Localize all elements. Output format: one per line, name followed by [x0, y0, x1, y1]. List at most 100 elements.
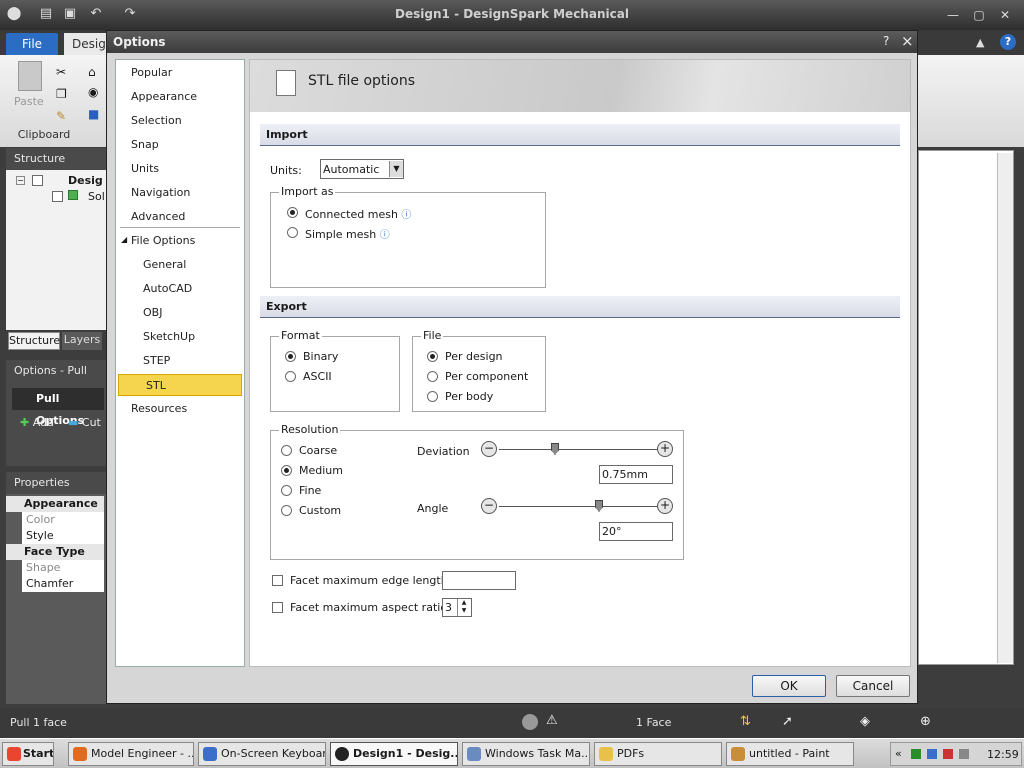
- task-model-engineer[interactable]: Model Engineer - ...: [68, 742, 194, 766]
- angle-decrease-icon[interactable]: −: [481, 498, 497, 514]
- nav-sketchup[interactable]: SketchUp: [116, 326, 244, 348]
- connected-mesh-radio[interactable]: [287, 207, 298, 218]
- warning-icon[interactable]: ⚠: [546, 713, 558, 728]
- property-group-face-type[interactable]: Face Type: [6, 544, 104, 560]
- file-tab[interactable]: File: [6, 33, 58, 55]
- deviation-decrease-icon[interactable]: −: [481, 441, 497, 457]
- view-icon[interactable]: ◉: [88, 85, 98, 99]
- tray-monitor-icon[interactable]: [927, 749, 937, 759]
- nav-autocad[interactable]: AutoCAD: [116, 278, 244, 300]
- zoom-icon[interactable]: ⊕: [920, 714, 931, 729]
- deviation-field[interactable]: 0.75mm: [599, 465, 673, 484]
- tree-item-design[interactable]: Desig: [68, 174, 103, 187]
- close-icon[interactable]: ✕: [996, 8, 1014, 22]
- info-icon[interactable]: ⓘ: [380, 230, 390, 241]
- home-icon[interactable]: ⌂: [88, 65, 96, 79]
- nav-general[interactable]: General: [116, 254, 244, 276]
- info-icon[interactable]: ⓘ: [401, 210, 411, 221]
- cancel-button[interactable]: Cancel: [836, 675, 910, 697]
- help-icon[interactable]: ?: [1000, 34, 1016, 50]
- dialog-help-button[interactable]: ?: [883, 34, 889, 48]
- maximize-icon[interactable]: ▢: [970, 8, 988, 22]
- pointer-icon[interactable]: ➚: [782, 714, 793, 729]
- nav-step[interactable]: STEP: [116, 350, 244, 372]
- facet-aspect-checkbox[interactable]: [272, 602, 283, 613]
- cut-button[interactable]: ▬ Cut: [68, 416, 101, 429]
- tray-network-icon[interactable]: [911, 749, 921, 759]
- minimize-icon[interactable]: —: [944, 8, 962, 22]
- coarse-radio[interactable]: [281, 445, 292, 456]
- cut-icon[interactable]: ✂: [56, 65, 66, 79]
- nav-obj[interactable]: OBJ: [116, 302, 244, 324]
- add-button[interactable]: ✚ Add: [20, 416, 54, 429]
- nav-resources[interactable]: Resources: [116, 398, 244, 420]
- units-select[interactable]: Automatic ▼: [320, 159, 404, 179]
- collapse-ribbon-icon[interactable]: ▲: [976, 36, 984, 49]
- nav-units[interactable]: Units: [116, 158, 244, 180]
- facet-edge-field[interactable]: [442, 571, 516, 590]
- format-painter-icon[interactable]: ✎: [56, 109, 66, 123]
- dialog-close-button[interactable]: ×: [901, 32, 914, 50]
- nav-stl[interactable]: STL: [118, 374, 242, 396]
- tray-security-icon[interactable]: [943, 749, 953, 759]
- view-mode-icon[interactable]: ◈: [860, 714, 870, 729]
- paste-icon[interactable]: [18, 61, 42, 91]
- per-component-radio[interactable]: [427, 371, 438, 382]
- task-onscreen-keyboard[interactable]: On-Screen Keyboard: [198, 742, 326, 766]
- design-checkbox[interactable]: [32, 175, 43, 186]
- per-body-radio[interactable]: [427, 391, 438, 402]
- deviation-slider-thumb[interactable]: [551, 443, 559, 455]
- nav-popular[interactable]: Popular: [116, 62, 244, 84]
- start-button[interactable]: Start: [2, 742, 54, 766]
- task-paint[interactable]: untitled - Paint: [726, 742, 854, 766]
- cube-icon[interactable]: ■: [88, 107, 99, 121]
- nav-snap[interactable]: Snap: [116, 134, 244, 156]
- medium-radio[interactable]: [281, 465, 292, 476]
- per-design-radio[interactable]: [427, 351, 438, 362]
- property-group-appearance[interactable]: Appearance: [6, 496, 104, 512]
- spin-arrows-icon[interactable]: ▲ ▼: [457, 599, 470, 616]
- angle-field[interactable]: 20°: [599, 522, 673, 541]
- design-canvas[interactable]: [918, 150, 1014, 665]
- ascii-radio[interactable]: [285, 371, 296, 382]
- nav-selection[interactable]: Selection: [116, 110, 244, 132]
- ok-button[interactable]: OK: [752, 675, 826, 697]
- angle-increase-icon[interactable]: +: [657, 498, 673, 514]
- tray-volume-icon[interactable]: [959, 749, 969, 759]
- copy-icon[interactable]: ❐: [56, 87, 67, 101]
- selection-tools-icon[interactable]: ⇅: [740, 714, 751, 729]
- task-pdfs[interactable]: PDFs: [594, 742, 722, 766]
- nav-appearance[interactable]: Appearance: [116, 86, 244, 108]
- nav-navigation[interactable]: Navigation: [116, 182, 244, 204]
- tab-layers[interactable]: Layers: [62, 332, 102, 350]
- fine-radio[interactable]: [281, 485, 292, 496]
- simple-mesh-radio[interactable]: [287, 227, 298, 238]
- taskbar: Start Model Engineer - ... On-Screen Key…: [0, 738, 1024, 768]
- deviation-increase-icon[interactable]: +: [657, 441, 673, 457]
- property-shape[interactable]: Shape: [22, 560, 104, 576]
- angle-slider[interactable]: [499, 506, 661, 507]
- tab-structure[interactable]: Structure: [8, 332, 60, 350]
- collapse-icon[interactable]: −: [16, 176, 25, 185]
- task-task-manager[interactable]: Windows Task Ma...: [462, 742, 590, 766]
- aspect-ratio-stepper[interactable]: 3 ▲ ▼: [442, 598, 472, 617]
- paste-button[interactable]: Paste: [14, 95, 44, 108]
- property-chamfer[interactable]: Chamfer: [22, 576, 104, 592]
- chevron-down-icon[interactable]: ▼: [389, 161, 403, 177]
- deviation-slider[interactable]: [499, 449, 661, 450]
- nav-file-options[interactable]: File Options: [116, 230, 244, 252]
- solid-checkbox[interactable]: [52, 191, 63, 202]
- property-style[interactable]: Style: [22, 528, 104, 544]
- nav-advanced[interactable]: Advanced: [116, 206, 244, 228]
- custom-radio[interactable]: [281, 505, 292, 516]
- facet-edge-checkbox[interactable]: [272, 575, 283, 586]
- stop-icon[interactable]: [522, 714, 538, 730]
- binary-radio[interactable]: [285, 351, 296, 362]
- vertical-scrollbar[interactable]: [997, 153, 1013, 663]
- angle-slider-thumb[interactable]: [595, 500, 603, 512]
- property-color[interactable]: Color: [22, 512, 104, 528]
- tray-expand-icon[interactable]: «: [895, 747, 902, 760]
- design-tab[interactable]: Desig: [64, 33, 106, 55]
- tree-item-solid[interactable]: Sol: [88, 190, 105, 203]
- task-designspark[interactable]: Design1 - Desig...: [330, 742, 458, 766]
